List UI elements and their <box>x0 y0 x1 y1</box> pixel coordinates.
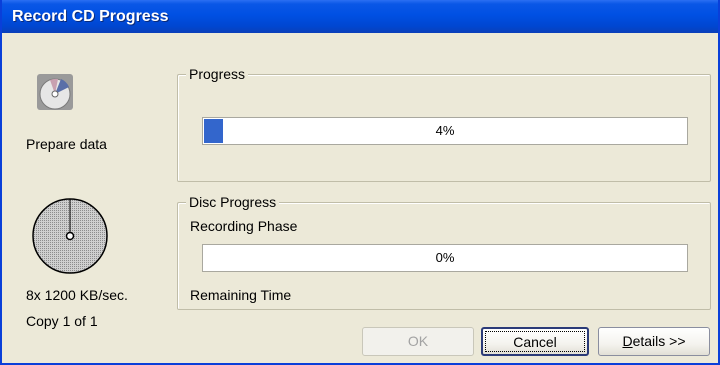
disc-progress-bar: 0% <box>202 244 688 272</box>
details-mnemonic: D <box>622 333 633 349</box>
progress-legend: Progress <box>186 66 249 82</box>
disc-progress-group: Disc Progress Recording Phase 0% Remaini… <box>177 194 711 310</box>
cd-prepare-icon <box>37 74 73 110</box>
title-bar[interactable]: Record CD Progress <box>2 0 718 33</box>
overall-progress-text: 4% <box>435 123 455 138</box>
details-button-label: etails >> <box>632 333 686 349</box>
window-title: Record CD Progress <box>12 8 169 25</box>
disc-icon <box>32 198 108 274</box>
disc-progress-text: 0% <box>435 250 455 265</box>
record-cd-progress-dialog: Record CD Progress Prepare data 8x 1200 … <box>0 0 720 365</box>
cancel-button-label: Cancel <box>513 334 557 350</box>
status-label: Prepare data <box>26 136 107 152</box>
ok-button[interactable]: OK <box>362 327 474 356</box>
disc-progress-legend: Disc Progress <box>186 194 280 210</box>
overall-progress-bar: 4% <box>202 117 688 145</box>
details-button[interactable]: Details >> <box>598 327 710 356</box>
status-panel: Prepare data 8x 1200 KB/sec. Copy 1 of 1 <box>2 33 172 363</box>
remaining-time-label: Remaining Time <box>190 287 292 303</box>
copy-count: Copy 1 of 1 <box>26 313 98 329</box>
ok-button-label: OK <box>407 333 429 349</box>
progress-group: Progress 4% <box>177 66 711 182</box>
recording-phase-label: Recording Phase <box>190 218 298 234</box>
cancel-button[interactable]: Cancel <box>481 327 589 356</box>
recording-speed: 8x 1200 KB/sec. <box>26 287 128 303</box>
